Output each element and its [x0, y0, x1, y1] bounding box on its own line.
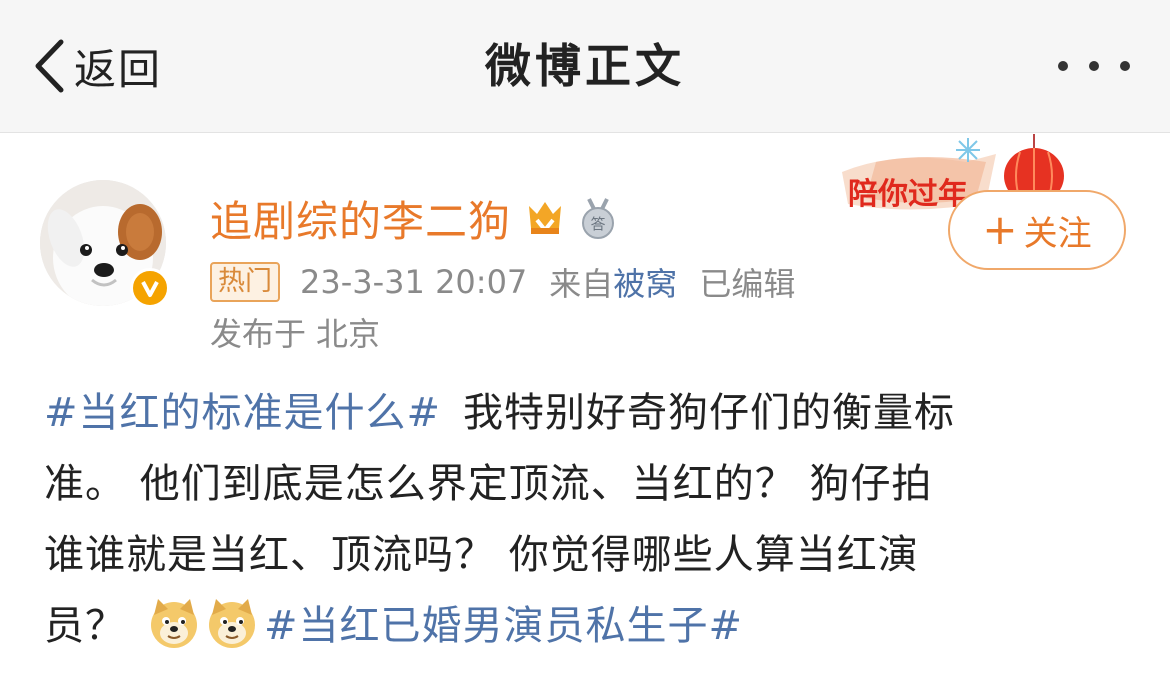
source-label: 来自	[549, 265, 614, 303]
hashtag-link[interactable]: #当红已婚男演员私生子#	[264, 603, 743, 649]
more-dot-icon	[1089, 61, 1099, 71]
doge-emoji-icon	[151, 599, 197, 648]
more-dot-icon	[1120, 61, 1130, 71]
post-time: 23-3-31 20:07	[300, 263, 528, 301]
post-text: 谁谁就是当红、顶流吗？ 你觉得哪些人算当红演	[44, 532, 919, 578]
post-line: 准。 他们到底是怎么界定顶流、当红的？ 狗仔拍	[44, 449, 1134, 520]
vip-crown-icon[interactable]	[525, 198, 565, 238]
post-text: 准。 他们到底是怎么界定顶流、当红的？ 狗仔拍	[44, 461, 933, 507]
more-dot-icon	[1058, 61, 1068, 71]
edited-label[interactable]: 已编辑	[699, 259, 795, 305]
verified-badge-icon	[130, 268, 170, 308]
medal-text: 答	[591, 215, 606, 233]
location-city: 北京	[316, 315, 381, 353]
doge-emoji-icon	[209, 599, 255, 648]
medal-icon[interactable]: 答	[579, 197, 617, 239]
post-content: #当红的标准是什么# 我特别好奇狗仔们的衡量标 准。 他们到底是怎么界定顶流、当红…	[44, 378, 1134, 662]
follow-label: 关注	[1023, 213, 1092, 254]
top-nav-bar: 返回 微博正文	[0, 0, 1170, 133]
location-row: 发布于 北京	[210, 310, 380, 358]
post-line: 员？ #当红已婚男演员私生子#	[44, 591, 1134, 662]
source-link[interactable]: 被窝	[613, 259, 677, 305]
promo-text: 陪你过年	[848, 177, 968, 212]
author-name[interactable]: 追剧综的李二狗	[210, 188, 511, 249]
hot-badge: 热门	[210, 262, 280, 302]
post-meta: 热门 23-3-31 20:07 来自 被窝 已编辑	[210, 258, 795, 306]
post-text: 员？	[44, 603, 126, 649]
follow-button[interactable]: + 关注	[948, 190, 1126, 270]
author-avatar[interactable]	[40, 180, 170, 310]
post-line: 谁谁就是当红、顶流吗？ 你觉得哪些人算当红演	[44, 520, 1134, 591]
author-row: 追剧综的李二狗 答	[210, 186, 617, 250]
post-text: 我特别好奇狗仔们的衡量标	[463, 390, 956, 436]
hashtag-link[interactable]: #当红的标准是什么#	[44, 390, 441, 436]
post-line: #当红的标准是什么# 我特别好奇狗仔们的衡量标	[44, 378, 1134, 449]
location-label: 发布于	[210, 315, 307, 353]
plus-icon: +	[982, 205, 1018, 254]
more-options-button[interactable]	[1058, 52, 1130, 80]
page-title: 微博正文	[485, 39, 685, 93]
